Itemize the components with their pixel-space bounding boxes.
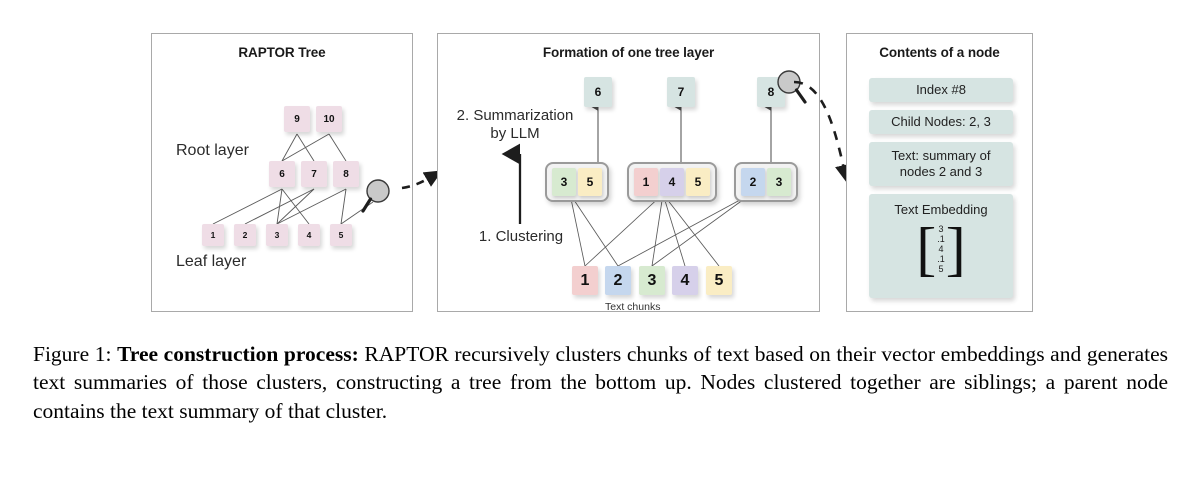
- panel-formation-layer: Formation of one tree layer 2. Summariza…: [437, 33, 820, 313]
- panel-raptor-tree: RAPTOR Tree Root layer Leaf layer 9 10 6…: [151, 33, 413, 312]
- node-field-text[interactable]: Text: summary of nodes 2 and 3: [869, 142, 1013, 186]
- panel-node-contents-title: Contents of a node: [879, 45, 1000, 60]
- embedding-label: Text Embedding: [894, 202, 988, 217]
- node-field-index[interactable]: Index #8: [869, 78, 1013, 102]
- cluster2-chunk-4[interactable]: 4: [660, 168, 684, 196]
- text-chunk-4[interactable]: 4: [672, 266, 698, 295]
- text-chunks-caption: Text chunks: [605, 301, 661, 313]
- text-chunk-3[interactable]: 3: [639, 266, 665, 295]
- cluster2-chunk-5[interactable]: 5: [686, 168, 710, 196]
- cluster-group-3[interactable]: 2 3: [734, 162, 798, 202]
- panel-node-contents: Contents of a node Index #8 Child Nodes:…: [846, 33, 1033, 312]
- tree-leaf-2[interactable]: 2: [234, 224, 256, 246]
- upward-process-arrow-icon: [501, 143, 522, 224]
- text-chunk-5[interactable]: 5: [706, 266, 732, 295]
- cluster1-chunk-5[interactable]: 5: [578, 168, 602, 196]
- summary-node-7[interactable]: 7: [667, 77, 695, 107]
- bracket-left-icon: [: [916, 215, 937, 282]
- tree-node-10[interactable]: 10: [316, 106, 342, 132]
- tree-leaf-3[interactable]: 3: [266, 224, 288, 246]
- leaf-layer-label: Leaf layer: [176, 253, 247, 270]
- embedding-value-2: 4: [938, 244, 944, 255]
- embedding-value-1: .1: [937, 234, 945, 245]
- embedding-value-3: .1: [937, 254, 945, 265]
- magnifier-icon-tree: [361, 179, 390, 213]
- embedding-value-4: 5: [938, 264, 944, 275]
- embedding-vector: [ 3 .1 4 .1 5 ]: [869, 215, 1013, 282]
- text-chunk-1[interactable]: 1: [572, 266, 598, 295]
- panel-formation-layer-title: Formation of one tree layer: [542, 45, 715, 60]
- tree-node-9[interactable]: 9: [284, 106, 310, 132]
- embedding-values: 3 .1 4 .1 5: [936, 224, 946, 274]
- node-field-text-line1: Text: summary of: [891, 148, 991, 164]
- tree-node-8[interactable]: 8: [333, 161, 359, 187]
- caption-bold-lead: Tree construction process:: [117, 342, 359, 366]
- cluster1-chunk-3[interactable]: 3: [552, 168, 576, 196]
- root-layer-label: Root layer: [176, 142, 249, 159]
- panel-raptor-tree-title: RAPTOR Tree: [238, 45, 326, 60]
- cluster3-chunk-3[interactable]: 3: [767, 168, 791, 196]
- step-2-line2: by LLM: [490, 124, 540, 142]
- node-field-child-nodes[interactable]: Child Nodes: 2, 3: [869, 110, 1013, 134]
- summary-node-6[interactable]: 6: [584, 77, 612, 107]
- tree-leaf-5[interactable]: 5: [330, 224, 352, 246]
- figure-caption: Figure 1: Tree construction process: RAP…: [33, 340, 1168, 425]
- node-field-embedding[interactable]: Text Embedding [ 3 .1 4 .1 5 ]: [869, 194, 1013, 298]
- tree-leaf-1[interactable]: 1: [202, 224, 224, 246]
- figure-diagram: RAPTOR Tree Root layer Leaf layer 9 10 6…: [0, 0, 1200, 330]
- cluster2-chunk-1[interactable]: 1: [634, 168, 658, 196]
- tree-node-6[interactable]: 6: [269, 161, 295, 187]
- cluster-group-1[interactable]: 3 5: [545, 162, 609, 202]
- embedding-value-0: 3: [938, 224, 944, 234]
- bracket-right-icon: ]: [945, 215, 966, 282]
- cluster3-chunk-2[interactable]: 2: [741, 168, 765, 196]
- tree-node-7[interactable]: 7: [301, 161, 327, 187]
- text-chunk-2[interactable]: 2: [605, 266, 631, 295]
- node-field-text-line2: nodes 2 and 3: [899, 164, 983, 179]
- tree-leaf-4[interactable]: 4: [298, 224, 320, 246]
- caption-figure-label: Figure 1:: [33, 342, 118, 366]
- step-2-label: 2. Summarization by LLM: [440, 107, 590, 142]
- step-1-label: 1. Clustering: [478, 228, 564, 245]
- step-2-line1: 2. Summarization: [456, 107, 574, 124]
- cluster-group-2[interactable]: 1 4 5: [627, 162, 717, 202]
